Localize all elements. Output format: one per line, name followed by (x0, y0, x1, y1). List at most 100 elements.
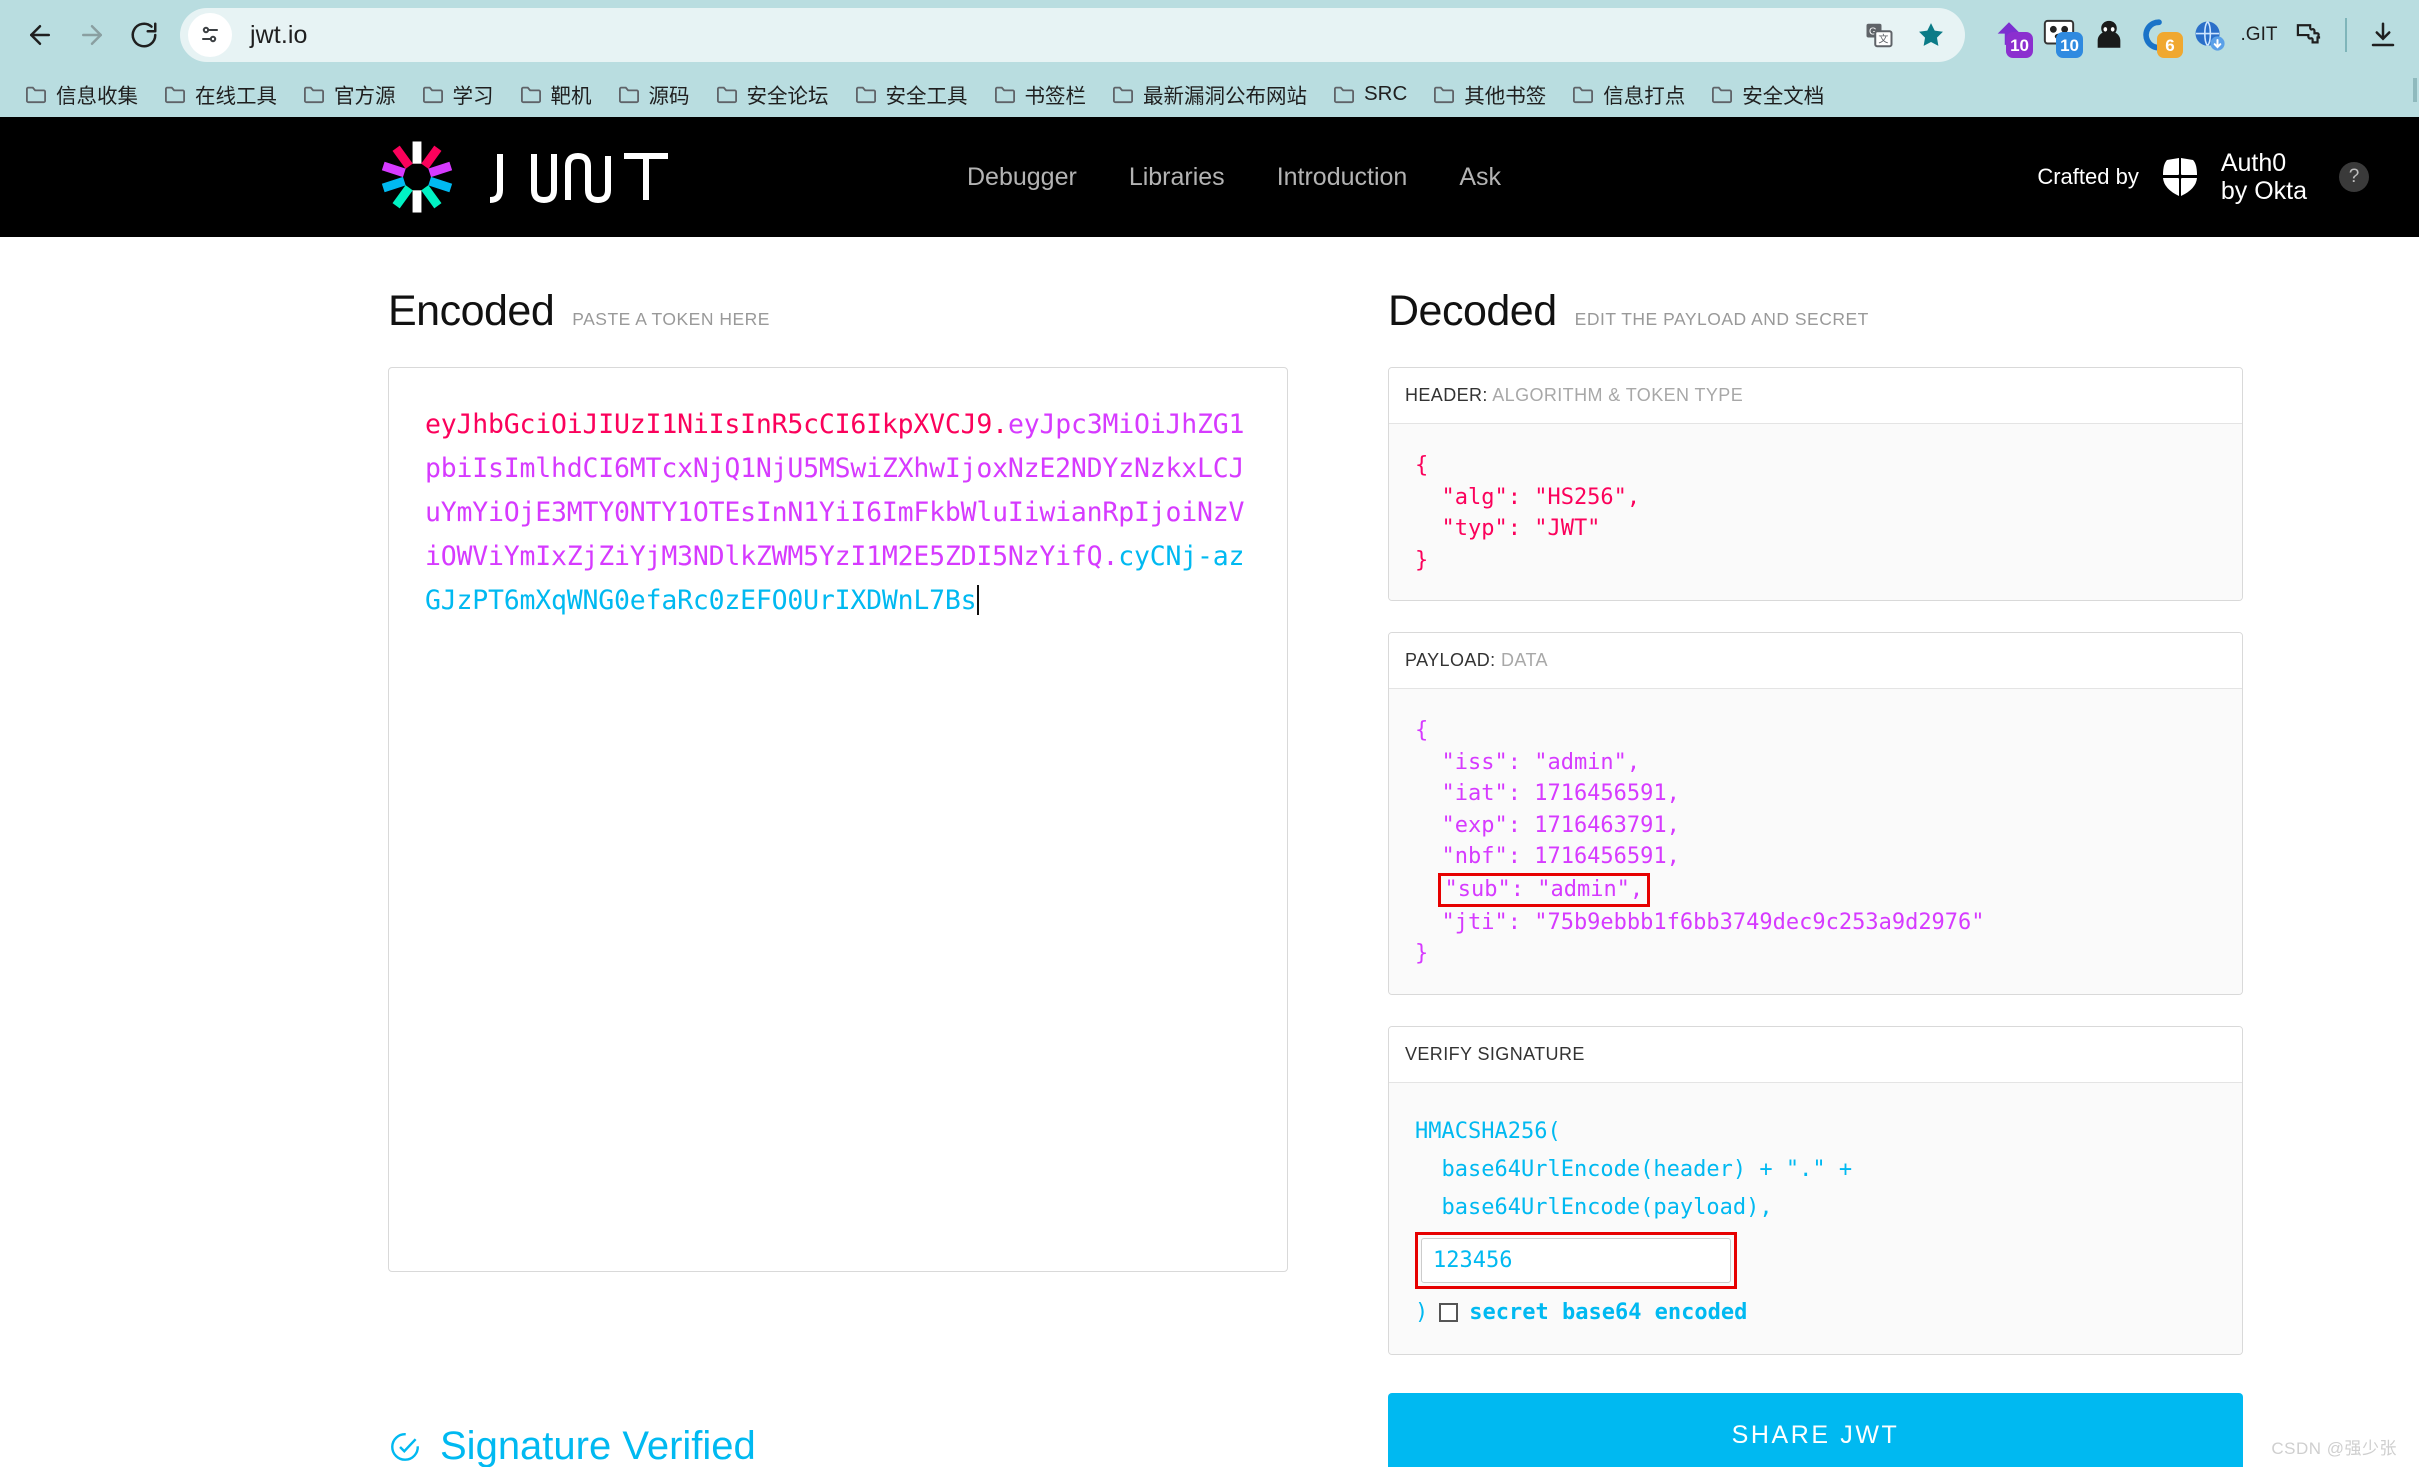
base64-checkbox[interactable] (1439, 1302, 1459, 1322)
token-text[interactable]: eyJhbGciOiJIUzI1NiIsInR5cCI6IkpXVCJ9.eyJ… (425, 403, 1251, 623)
hmac-line-1: HMACSHA256( (1415, 1118, 1561, 1144)
base64-row: ) secret base64 encoded (1415, 1297, 2216, 1329)
nav-libraries[interactable]: Libraries (1129, 163, 1225, 192)
nav-debugger[interactable]: Debugger (967, 163, 1077, 192)
header-json-line: { (1415, 453, 1429, 478)
secret-highlight-box (1415, 1231, 1737, 1289)
bookmark-item[interactable]: SRC (1320, 78, 1420, 110)
auth0-logo-icon (2157, 152, 2203, 202)
blue-ring-extension[interactable]: 6 (2137, 13, 2183, 58)
reload-button[interactable] (118, 9, 170, 61)
bookmark-item[interactable]: 靶机 (507, 75, 605, 113)
bookmark-item[interactable]: 在线工具 (151, 75, 290, 113)
bookmark-label: 安全论坛 (746, 84, 829, 108)
base64-label[interactable]: secret base64 encoded (1469, 1297, 1747, 1329)
payload-claim-iss: "iss": "admin", (1415, 749, 1641, 775)
panda-extension[interactable]: 10 (2037, 13, 2083, 58)
payload-panel: PAYLOAD: DATA { "iss": "admin", "iat": 1… (1388, 632, 2243, 995)
browser-chrome: jwt.io G文 10 10 6 .GIT 信息收集 在线工具 官方源 学习 … (0, 0, 2419, 117)
back-button[interactable] (14, 9, 66, 61)
payload-claim-jti: "jti": "75b9ebbb1f6bb3749dec9c253a9d2976… (1415, 909, 1985, 935)
bookmark-item[interactable]: 安全工具 (842, 75, 981, 113)
jwt-site: Debugger Libraries Introduction Ask Craf… (0, 117, 2419, 1467)
verify-signature-panel: VERIFY SIGNATURE HMACSHA256( base64UrlEn… (1388, 1025, 2243, 1355)
forward-button[interactable] (66, 9, 118, 61)
git-extension-label: .GIT (2240, 24, 2278, 45)
bookmark-item[interactable]: 信息打点 (1559, 75, 1698, 113)
extension-badge: 10 (2006, 32, 2033, 58)
header-panel: HEADER: ALGORITHM & TOKEN TYPE { "alg": … (1388, 367, 2243, 601)
payload-claim-sub-row: "sub": "admin", (1415, 872, 2216, 907)
extension-badge: 10 (2056, 32, 2083, 58)
auth0-line2: by Okta (2220, 177, 2307, 205)
payload-claim-nbf: "nbf": 1716456591, (1415, 844, 1680, 869)
encoded-heading: Encoded PASTE A TOKEN HERE (388, 237, 1288, 336)
header-json-line: "typ": "JWT" (1415, 516, 1601, 541)
bookmark-label: 源码 (648, 84, 690, 108)
translate-icon[interactable]: G文 (1857, 13, 1901, 57)
url-text[interactable]: jwt.io (250, 21, 308, 50)
bookmark-label: 安全文档 (1742, 84, 1825, 108)
nav-introduction[interactable]: Introduction (1277, 163, 1408, 192)
bookmark-item[interactable]: 源码 (605, 75, 703, 113)
verify-panel-label-main: VERIFY SIGNATURE (1405, 1043, 1585, 1064)
encoded-token-input[interactable]: eyJhbGciOiJIUzI1NiIsInR5cCI6IkpXVCJ9.eyJ… (388, 367, 1288, 1272)
browser-toolbar: jwt.io G文 10 10 6 .GIT (0, 0, 2419, 70)
text-caret (977, 585, 980, 615)
header-panel-body[interactable]: { "alg": "HS256", "typ": "JWT" } (1389, 424, 2242, 600)
toolbar-divider (2345, 18, 2347, 52)
bookmark-label: 在线工具 (195, 84, 277, 108)
bookmark-item[interactable]: 官方源 (290, 75, 409, 113)
extension-badge: 6 (2157, 32, 2183, 58)
payload-claim-sub-highlight: "sub": "admin", (1437, 872, 1651, 907)
verify-panel-body: HMACSHA256( base64UrlEncode(header) + ".… (1389, 1082, 2242, 1354)
puzzle-extensions-icon[interactable] (2287, 13, 2331, 57)
hacker-extension[interactable] (2087, 13, 2131, 57)
git-extension[interactable]: .GIT (2237, 13, 2281, 57)
encoded-title: Encoded (388, 287, 555, 335)
bookmark-label: SRC (1364, 81, 1408, 105)
bookmark-label: 官方源 (334, 84, 396, 108)
bookmark-label: 信息收集 (56, 84, 138, 108)
help-icon[interactable]: ? (2339, 162, 2369, 192)
decoded-column: Decoded EDIT THE PAYLOAD AND SECRET HEAD… (1388, 237, 2243, 1355)
payload-panel-body[interactable]: { "iss": "admin", "iat": 1716456591, "ex… (1389, 689, 2242, 994)
star-icon[interactable] (1909, 13, 1953, 57)
check-circle-icon (391, 1432, 419, 1461)
bookmark-item[interactable]: 学习 (409, 75, 507, 113)
header-json-line: "alg": "HS256", (1415, 484, 1641, 510)
signature-status: Signature Verified (388, 1393, 1288, 1467)
address-bar[interactable]: jwt.io G文 (180, 8, 1965, 62)
hmac-line-2: base64UrlEncode(header) + "." + (1415, 1156, 1853, 1182)
main-columns: Encoded PASTE A TOKEN HERE eyJhbGciOiJIU… (0, 237, 2419, 1355)
scrollbar-tick[interactable] (2413, 78, 2417, 102)
bookmark-item[interactable]: 书签栏 (981, 75, 1100, 113)
jwt-logo-icon (380, 140, 454, 214)
payload-panel-label-sub: DATA (1500, 650, 1548, 670)
page-settings-icon[interactable] (188, 13, 232, 57)
auth0-name: Auth0 by Okta (2221, 149, 2307, 205)
payload-panel-label-main: PAYLOAD: (1405, 650, 1496, 670)
jwt-wordmark (482, 146, 682, 208)
purple-uploader-extension[interactable]: 10 (1987, 13, 2033, 58)
globe-extension[interactable] (2187, 13, 2231, 57)
bookmark-item[interactable]: 信息收集 (12, 75, 151, 113)
downloads-icon[interactable] (2361, 13, 2405, 57)
brand[interactable] (380, 140, 682, 214)
bookmark-label: 靶机 (550, 84, 592, 108)
payload-claim-iat: "iat": 1716456591, (1415, 781, 1680, 806)
bookmark-item[interactable]: 安全论坛 (703, 75, 842, 113)
token-dot-2: . (1102, 541, 1119, 572)
bookmark-label: 书签栏 (1024, 84, 1087, 108)
secret-input[interactable] (1421, 1237, 1731, 1283)
header-panel-label: HEADER: ALGORITHM & TOKEN TYPE (1389, 368, 2242, 424)
bookmarks-bar: 信息收集 在线工具 官方源 学习 靶机 源码 安全论坛 安全工具 书签栏 最新漏… (0, 70, 2419, 117)
bookmark-item[interactable]: 最新漏洞公布网站 (1099, 75, 1320, 113)
share-jwt-button[interactable]: SHARE JWT (1388, 1393, 2243, 1467)
bookmark-item[interactable]: 安全文档 (1698, 75, 1837, 113)
bookmark-item[interactable]: 其他书签 (1420, 75, 1559, 113)
decoded-subtitle: EDIT THE PAYLOAD AND SECRET (1574, 309, 1869, 329)
header-json-line: } (1415, 547, 1429, 573)
nav-ask[interactable]: Ask (1459, 163, 1501, 192)
token-header-part: eyJhbGciOiJIUzI1NiIsInR5cCI6IkpXVCJ9 (425, 409, 993, 440)
